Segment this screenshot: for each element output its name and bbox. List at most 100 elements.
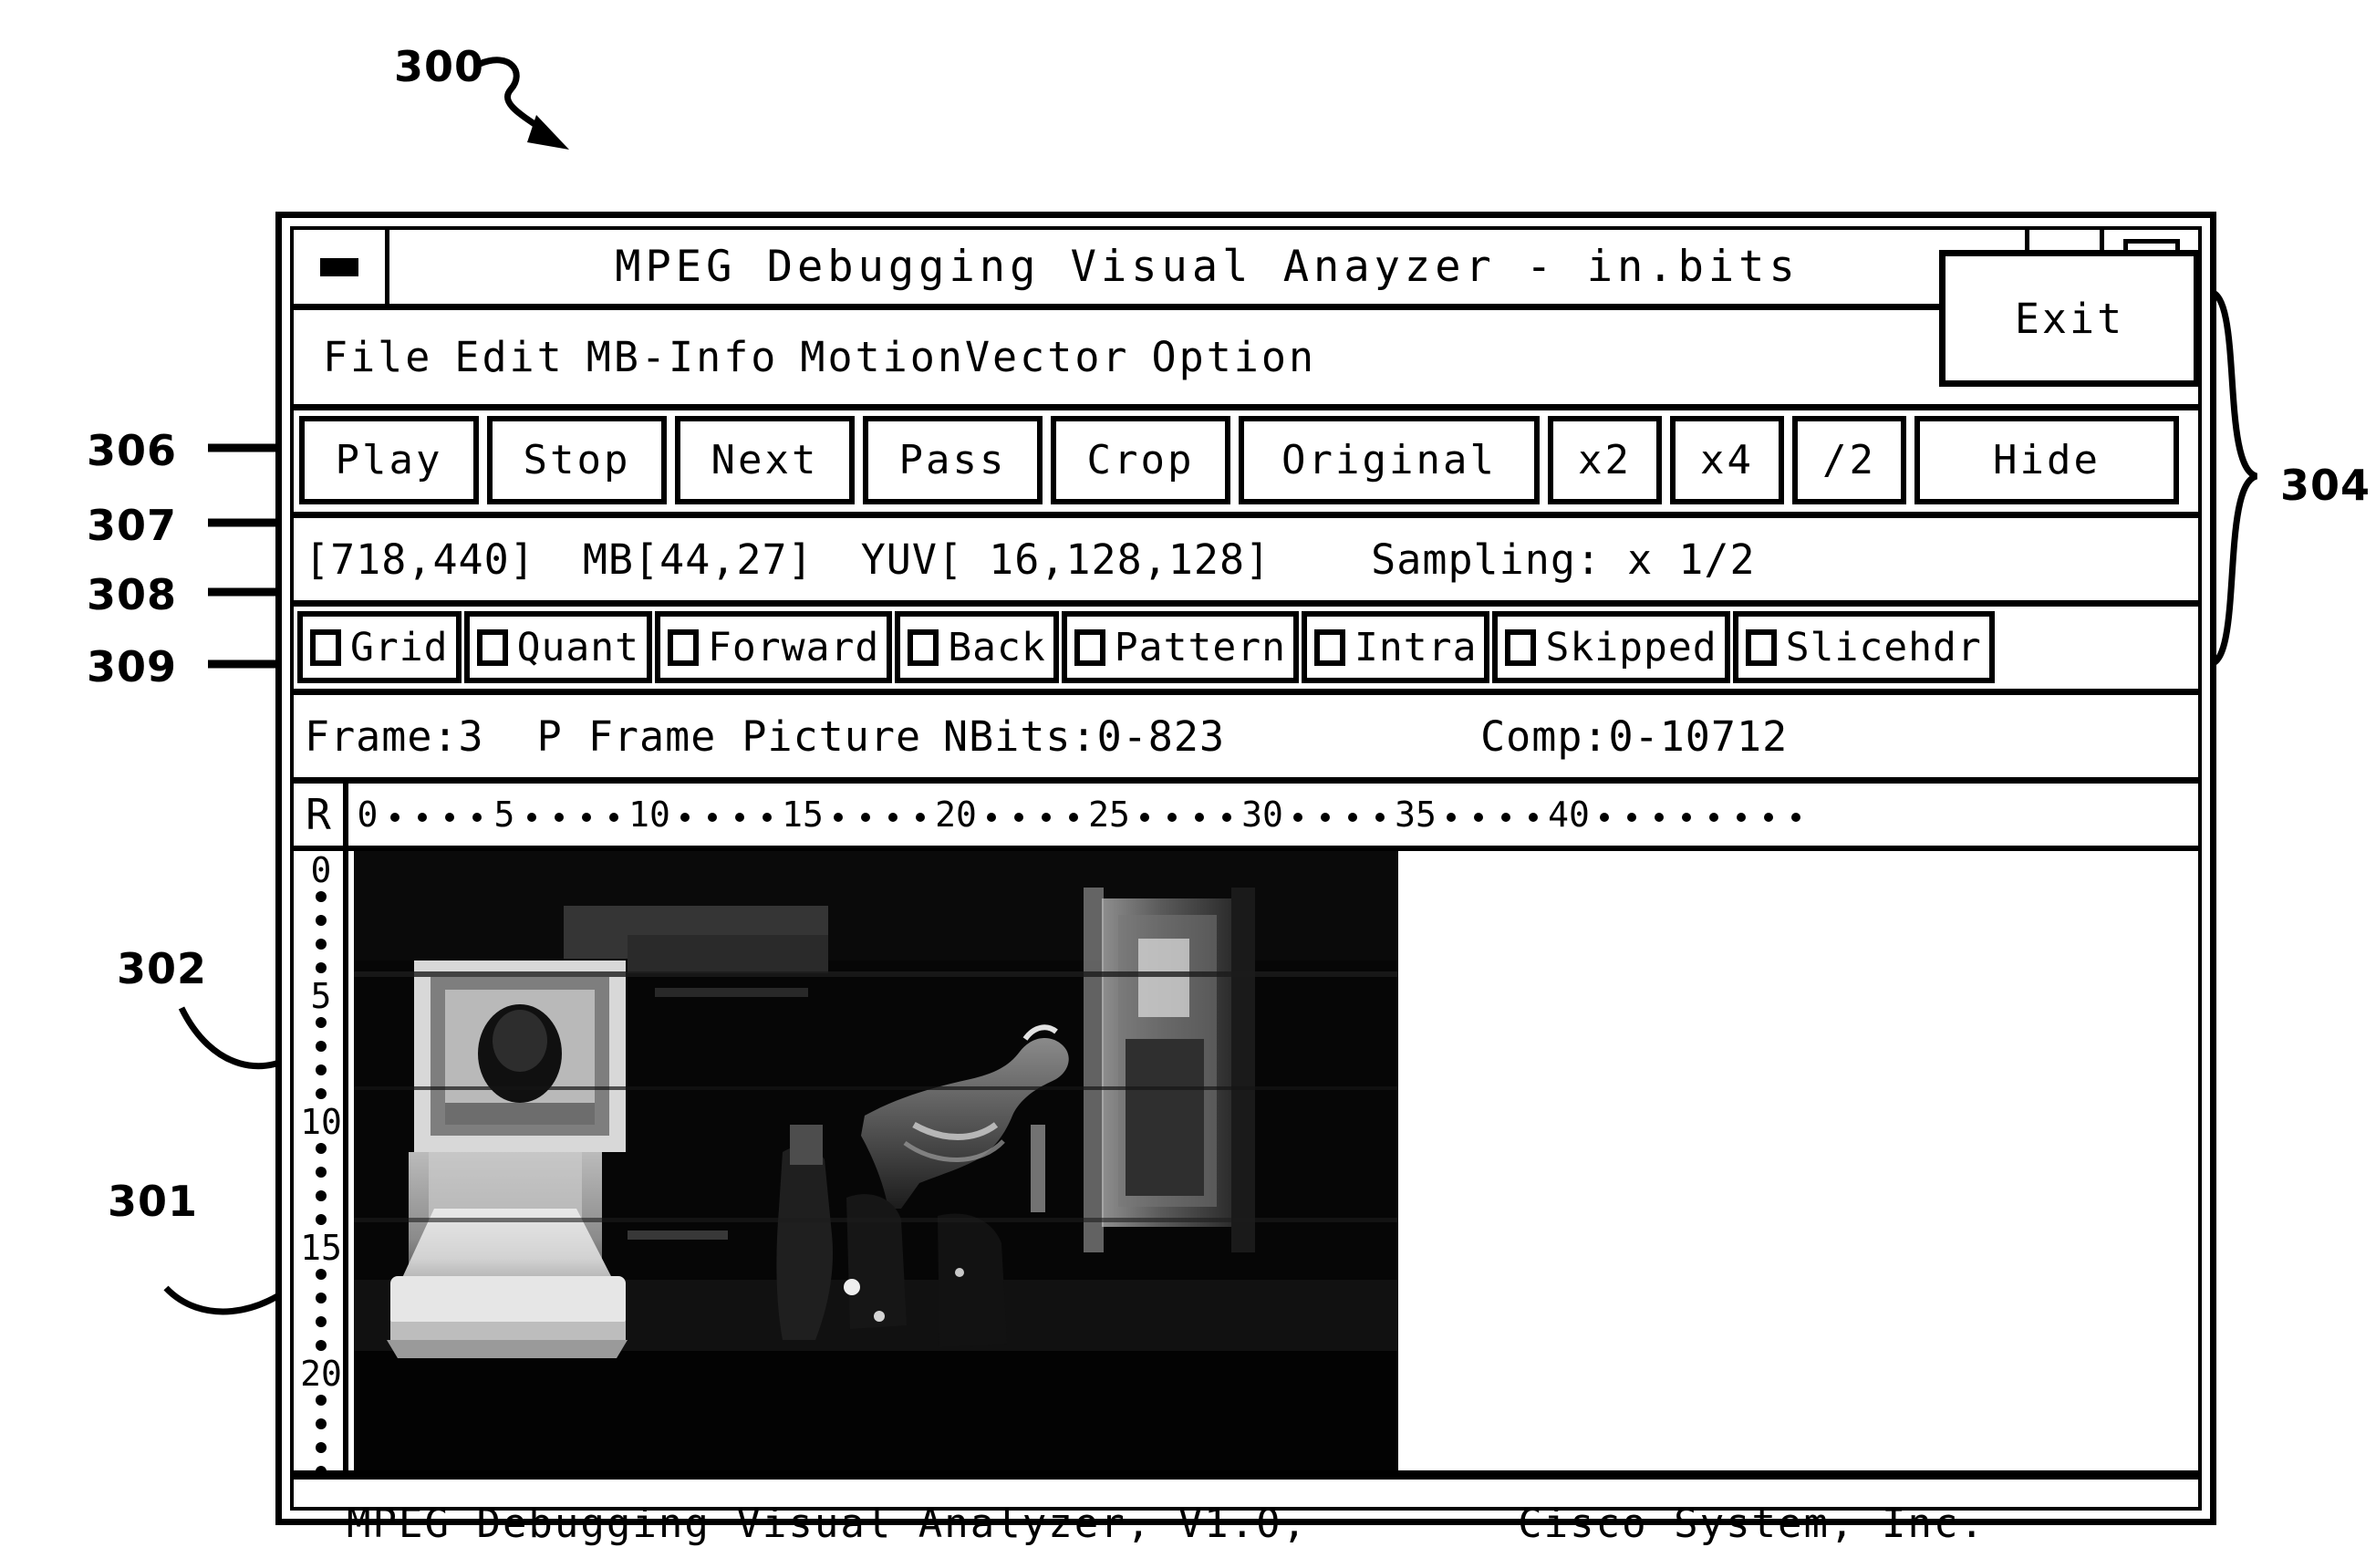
- original-button[interactable]: Original: [1239, 416, 1540, 504]
- vruler-tick: [316, 1088, 327, 1099]
- hruler-tick: [600, 794, 628, 835]
- hruler-tick: [463, 794, 491, 835]
- picture-type-readout: P Frame Picture: [536, 711, 922, 761]
- hruler-tick: [1186, 794, 1213, 835]
- vruler-tick: [316, 1017, 327, 1028]
- checkbox-intra[interactable]: Intra: [1302, 611, 1490, 683]
- frame-number-readout: Frame:3: [305, 711, 484, 761]
- vruler-tick: [316, 1466, 327, 1470]
- hruler-tick: [907, 794, 934, 835]
- hruler-tick: [726, 794, 753, 835]
- hruler-tick: [1158, 794, 1186, 835]
- hruler-tick: [1339, 794, 1366, 835]
- status-vendor: Cisco System, Inc.: [1518, 1501, 1986, 1547]
- zoom-x4-button[interactable]: x4: [1670, 416, 1784, 504]
- hruler-tick: [1312, 794, 1339, 835]
- checkbox-back-label: Back: [948, 624, 1046, 670]
- hruler-tick: [699, 794, 726, 835]
- checkbox-back[interactable]: Back: [895, 611, 1059, 683]
- checkbox-quant[interactable]: Quant: [463, 611, 653, 683]
- menu-item-mb-info[interactable]: MB-Info: [586, 333, 779, 381]
- checkbox-pattern-label: Pattern: [1114, 624, 1287, 670]
- menu-item-file[interactable]: File: [323, 333, 432, 381]
- minimize-button[interactable]: [294, 230, 389, 304]
- hruler-tick: [1005, 794, 1032, 835]
- hruler-tick: [1700, 794, 1728, 835]
- hruler-label-15: 15: [782, 794, 824, 835]
- next-button[interactable]: Next: [675, 416, 855, 504]
- horizontal-ruler: R 0 5 10 15 20 25 30 35 40: [294, 784, 2198, 851]
- callout-304-brace: [2208, 288, 2258, 668]
- callout-300-leader: [478, 57, 569, 150]
- vruler-tick: [316, 1442, 327, 1453]
- hruler-tick: [1645, 794, 1673, 835]
- checkbox-slicehdr-box[interactable]: [1745, 628, 1777, 666]
- callout-307: 307: [87, 501, 178, 550]
- vruler-tick: [316, 1190, 327, 1201]
- hruler-tick: [753, 794, 781, 835]
- hruler-tick: [1284, 794, 1312, 835]
- hruler-tick: [1131, 794, 1158, 835]
- checkbox-slicehdr[interactable]: Slicehdr: [1732, 611, 1995, 683]
- hruler-label-5: 5: [493, 794, 515, 835]
- title-bar: MPEG Debugging Visual Anayzer - in.bits: [294, 230, 2198, 310]
- canvas-area: 0510152025: [294, 851, 2198, 1477]
- vertical-ruler: 0510152025: [294, 851, 348, 1470]
- stop-button[interactable]: Stop: [487, 416, 667, 504]
- exit-button[interactable]: Exit: [1939, 250, 2200, 387]
- hruler-tick: [1060, 794, 1087, 835]
- hruler-label-40: 40: [1548, 794, 1590, 835]
- checkbox-grid-label: Grid: [350, 624, 449, 670]
- checkbox-pattern-box[interactable]: [1074, 628, 1105, 666]
- checkbox-forward[interactable]: Forward: [655, 611, 893, 683]
- hruler-tick: [1782, 794, 1810, 835]
- menu-item-edit[interactable]: Edit: [454, 333, 564, 381]
- checkbox-intra-box[interactable]: [1314, 628, 1346, 666]
- hruler-tick: [671, 794, 699, 835]
- yuv-readout: YUV[ 16,128,128]: [860, 535, 1271, 584]
- checkbox-forward-box[interactable]: [668, 628, 700, 666]
- callout-304: 304: [2280, 461, 2371, 510]
- vruler-label-20: 20: [300, 1354, 342, 1394]
- vruler-tick: [316, 939, 327, 950]
- zoom-x2-button[interactable]: x2: [1548, 416, 1662, 504]
- comp-readout: Comp:0-10712: [1480, 711, 1789, 761]
- checkbox-quant-box[interactable]: [476, 628, 508, 666]
- vruler-tick: [316, 1214, 327, 1225]
- callout-306: 306: [87, 426, 178, 475]
- hruler-tick: [978, 794, 1005, 835]
- menu-item-option[interactable]: Option: [1152, 333, 1317, 381]
- hruler-tick: [1755, 794, 1782, 835]
- crop-button[interactable]: Crop: [1051, 416, 1230, 504]
- sampling-readout: Sampling: x 1/2: [1371, 535, 1756, 584]
- pass-button[interactable]: Pass: [863, 416, 1043, 504]
- callout-309: 309: [87, 642, 178, 691]
- checkbox-grid[interactable]: Grid: [297, 611, 462, 683]
- hruler-label-35: 35: [1395, 794, 1437, 835]
- image-canvas[interactable]: [348, 851, 2198, 1470]
- zoom-half-button[interactable]: /2: [1792, 416, 1906, 504]
- play-button[interactable]: Play: [299, 416, 479, 504]
- vruler-tick: [316, 1064, 327, 1075]
- vruler-tick: [316, 891, 327, 902]
- vruler-tick: [316, 1269, 327, 1280]
- vruler-tick: [316, 915, 327, 926]
- status-bar: MPEG Debugging Visual Analyzer, V1.0, Ci…: [294, 1477, 2198, 1568]
- horizontal-ruler-scale: 0 5 10 15 20 25 30 35 40: [348, 784, 2198, 846]
- checkbox-back-box[interactable]: [908, 628, 939, 666]
- vruler-tick: [316, 1293, 327, 1303]
- hruler-tick: [1465, 794, 1492, 835]
- checkbox-grid-box[interactable]: [310, 628, 341, 666]
- checkbox-pattern[interactable]: Pattern: [1061, 611, 1300, 683]
- hruler-tick: [1728, 794, 1755, 835]
- decoded-video-frame[interactable]: [354, 851, 1398, 1470]
- hruler-label-25: 25: [1088, 794, 1130, 835]
- hruler-tick: [1032, 794, 1060, 835]
- hide-button[interactable]: Hide: [1914, 416, 2179, 504]
- checkbox-skipped[interactable]: Skipped: [1492, 611, 1730, 683]
- hruler-label-30: 30: [1241, 794, 1283, 835]
- checkbox-skipped-box[interactable]: [1505, 628, 1537, 666]
- vruler-tick: [316, 1316, 327, 1327]
- menu-item-motionvector[interactable]: MotionVector: [800, 333, 1129, 381]
- menu-items: File Edit MB-Info MotionVector Option: [294, 333, 1316, 381]
